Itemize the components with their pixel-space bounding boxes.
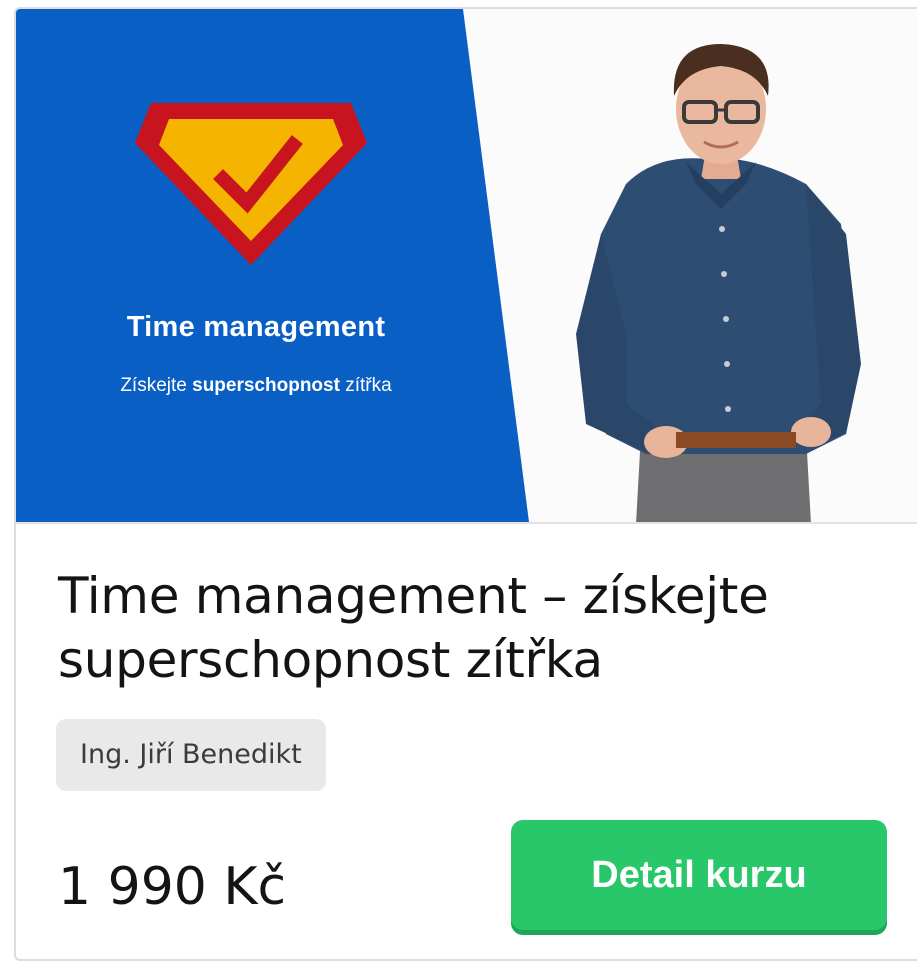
course-title[interactable]: Time management – získejte superschopnos… (58, 564, 908, 692)
banner-subtitle-pre: Získejte (120, 375, 193, 396)
course-card[interactable]: Time management Získejte superschopnost … (14, 7, 917, 961)
detail-course-button[interactable]: Detail kurzu (511, 820, 887, 930)
banner-title: Time management (126, 311, 386, 343)
superhero-shield-check-icon (135, 103, 367, 265)
course-price: 1 990 Kč (58, 857, 287, 917)
banner-divider (16, 522, 917, 524)
banner-subtitle-bold: superschopnost (192, 375, 340, 396)
course-banner[interactable]: Time management Získejte superschopnost … (16, 9, 917, 522)
author-badge: Ing. Jiří Benedikt (56, 719, 326, 791)
banner-subtitle: Získejte superschopnost zítřka (16, 375, 496, 397)
instructor-photo (576, 44, 861, 522)
banner-subtitle-post: zítřka (339, 375, 392, 396)
